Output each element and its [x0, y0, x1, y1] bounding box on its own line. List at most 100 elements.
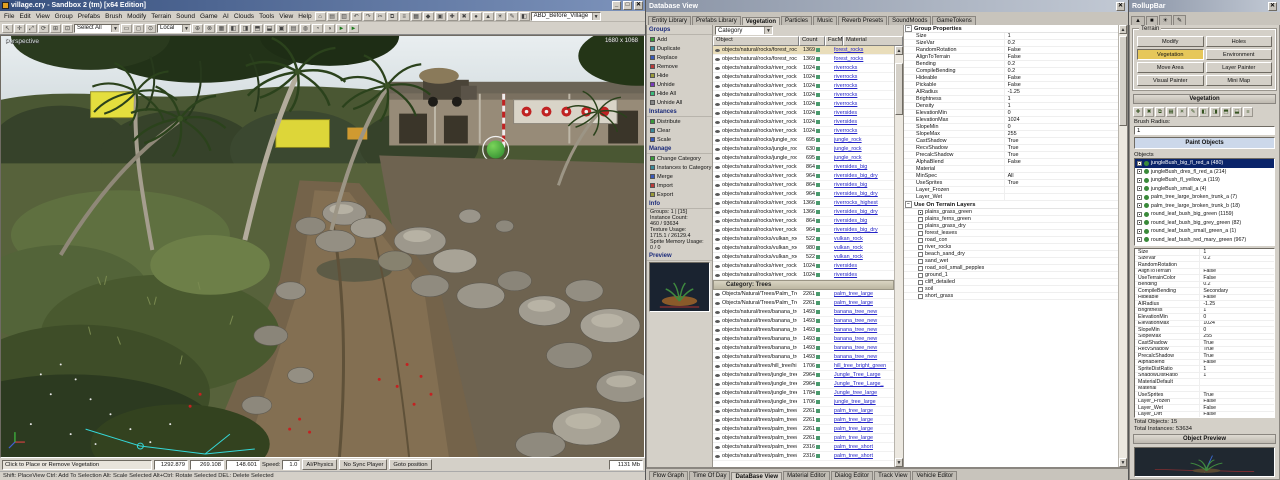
material-link[interactable]: forest_rocks [834, 47, 894, 53]
menu-prefabs[interactable]: Prefabs [76, 13, 102, 20]
material-link[interactable]: riverrocks_highest [834, 200, 894, 206]
property-row[interactable]: MinSpecAll [904, 173, 1118, 180]
column-header-material[interactable]: Material [843, 36, 903, 46]
table-row[interactable]: objects/natural/rocks/river_rocks/riverr… [713, 226, 894, 235]
material-link[interactable]: banana_tree_new [834, 354, 894, 360]
toolbar-icon[interactable]: ⬓ [264, 24, 275, 33]
material-link[interactable]: Jungle_Tree_Large_ [834, 381, 894, 387]
menu-terrain[interactable]: Terrain [149, 13, 173, 20]
menu-clouds[interactable]: Clouds [232, 13, 256, 20]
table-row[interactable]: objects/natural/trees/banana_tree/banana… [713, 344, 894, 353]
terrain-layer-row[interactable]: cliff_detailed [904, 279, 1118, 286]
panel-tab-material-editor[interactable]: Material Editor [783, 471, 830, 480]
paint-objects-button[interactable]: Paint Objects [1134, 137, 1275, 149]
material-link[interactable]: jungle_rock [834, 146, 894, 152]
brush-radius-input[interactable] [1134, 126, 1275, 135]
toolbar-icon[interactable]: ✛ [14, 24, 25, 33]
toolbar-icon[interactable]: ◍ [300, 24, 311, 33]
vegetation-object-item[interactable]: palm_tree_large_broken_trunk_a (7) [1135, 193, 1274, 202]
table-row[interactable]: objects/natural/trees/palm_tree/palm_tre… [713, 416, 894, 425]
table-row[interactable]: objects/natural/rocks/river_rocks/river_… [713, 100, 894, 109]
table-row[interactable]: objects/natural/trees/jungle_tree_large/… [713, 398, 894, 407]
visibility-eye-icon[interactable] [713, 110, 722, 117]
table-row[interactable]: objects/natural/rocks/river_rocks/riverr… [713, 208, 894, 217]
toolbar-icon[interactable]: ☀ [495, 12, 506, 21]
menu-group[interactable]: Group [53, 13, 75, 20]
toolbar-icon[interactable]: ▭ [121, 24, 132, 33]
scrollbar-thumb[interactable] [1119, 36, 1127, 126]
property-row[interactable]: Brightness1 [904, 96, 1118, 103]
visibility-eye-icon[interactable] [713, 47, 722, 54]
toolbar-icon[interactable]: ✚ [447, 12, 458, 21]
unhide-all-button[interactable]: Unhide All [647, 98, 712, 107]
property-row[interactable]: RecvShadowTrue [904, 145, 1118, 152]
vegetation-button[interactable]: Vegetation [1137, 49, 1204, 60]
vegetation-rollup-header[interactable]: Vegetation [1133, 94, 1276, 104]
vegetation-object-item[interactable]: palm_tree_large_broken_trunk_b (18) [1135, 202, 1274, 211]
visibility-eye-icon[interactable] [713, 381, 722, 388]
table-row[interactable]: objects/natural/rocks/jungle_rocks/jungl… [713, 145, 894, 154]
mountain-icon[interactable]: ▲ [1131, 16, 1145, 25]
duplicate-button[interactable]: Duplicate [647, 44, 712, 53]
toolbar-icon[interactable]: ≡ [399, 12, 410, 21]
toolbar-icon[interactable]: ◧ [228, 24, 239, 33]
visibility-eye-icon[interactable] [713, 444, 722, 451]
vegetation-object-item[interactable]: jungleBush_fl_yellow_a (119) [1135, 176, 1274, 185]
visibility-eye-icon[interactable] [713, 173, 722, 180]
material-link[interactable]: vulkan_rock [834, 236, 894, 242]
table-row[interactable]: objects/natural/trees/palm_tree/palm_tre… [713, 443, 894, 452]
table-row[interactable]: objects/natural/trees/banana_tree/banana… [713, 335, 894, 344]
toolbar-icon[interactable]: ↶ [351, 12, 362, 21]
instances-to-category-button[interactable]: Instances to Category [647, 163, 712, 172]
table-row[interactable]: objects/natural/rocks/river_rocks/riverr… [713, 172, 894, 181]
scrollbar-thumb[interactable] [895, 63, 903, 115]
visibility-eye-icon[interactable] [713, 191, 722, 198]
menu-sound[interactable]: Sound [174, 13, 197, 20]
vegetation-tool-icon[interactable]: ⬓ [1232, 107, 1242, 117]
material-link[interactable]: riversides [834, 263, 894, 269]
table-row[interactable]: objects/natural/rocks/vulkan_rocks/vulka… [713, 235, 894, 244]
move-area-button[interactable]: Move Area [1137, 62, 1204, 73]
play-icon[interactable]: ► [348, 24, 359, 33]
toolbar-icon[interactable]: ✂ [375, 12, 386, 21]
material-link[interactable]: jungle_rock [834, 155, 894, 161]
menu-ai[interactable]: AI [221, 13, 231, 20]
property-row[interactable]: SizeVar0.2 [904, 40, 1118, 47]
visibility-eye-icon[interactable] [713, 372, 722, 379]
visibility-eye-icon[interactable] [713, 65, 722, 72]
panel-tab-database-view[interactable]: DataBase View [731, 472, 782, 480]
hide-button[interactable]: Hide [647, 71, 712, 80]
visibility-eye-icon[interactable] [713, 74, 722, 81]
visibility-eye-icon[interactable] [713, 56, 722, 63]
table-row[interactable]: objects/natural/rocks/river_rocks/river_… [713, 271, 894, 280]
table-row[interactable]: objects/natural/rocks/river_rocks/river_… [713, 262, 894, 271]
property-row[interactable]: AlphaBlendFalse [904, 159, 1118, 166]
material-link[interactable]: palm_tree_large [834, 408, 894, 414]
editor-titlebar[interactable]: village.cry - Sandbox 2 (tm) [x64 Editio… [0, 0, 645, 11]
vegetation-object-item[interactable]: round_leaf_bush_big_green (1159) [1135, 210, 1274, 219]
property-row[interactable]: Layer_Wet [904, 194, 1118, 201]
visibility-eye-icon[interactable] [713, 363, 722, 370]
visibility-eye-icon[interactable] [713, 435, 722, 442]
visibility-eye-icon[interactable] [713, 327, 722, 334]
table-row[interactable]: objects/natural/rocks/river_rocks/riverr… [713, 217, 894, 226]
layer-checkbox[interactable] [918, 210, 923, 215]
sun-icon[interactable]: ☀ [1159, 15, 1172, 25]
panel-tab-flow-graph[interactable]: Flow Graph [649, 471, 688, 480]
cube-icon[interactable]: ■ [1146, 16, 1158, 25]
vegetation-object-item[interactable]: jungleBush_small_a (4) [1135, 185, 1274, 194]
toolbar-icon[interactable]: ▣ [435, 12, 446, 21]
terrain-layer-row[interactable]: plains_grass_green [904, 209, 1118, 216]
terrain-layer-row[interactable]: road_soil_small_pepples [904, 265, 1118, 272]
group-properties-header[interactable]: −Group Properties [904, 25, 1118, 33]
panel-tab-vehicle-editor[interactable]: Vehicle Editor [912, 471, 957, 480]
toolbar-icon[interactable]: ▤ [288, 24, 299, 33]
vegetation-tool-icon[interactable]: ⬒ [1221, 107, 1231, 117]
no-sync-player-button[interactable]: No Sync Player [339, 459, 387, 470]
properties-scrollbar[interactable]: ▲ ▼ [1118, 25, 1127, 467]
material-link[interactable]: palm_tree_large [834, 417, 894, 423]
material-link[interactable]: riversides_big [834, 182, 894, 188]
material-link[interactable]: riversides_big [834, 218, 894, 224]
perspective-viewport[interactable]: Perspective 1680 x 1068 [0, 35, 645, 458]
vegetation-tool-icon[interactable]: ◨ [1210, 107, 1220, 117]
